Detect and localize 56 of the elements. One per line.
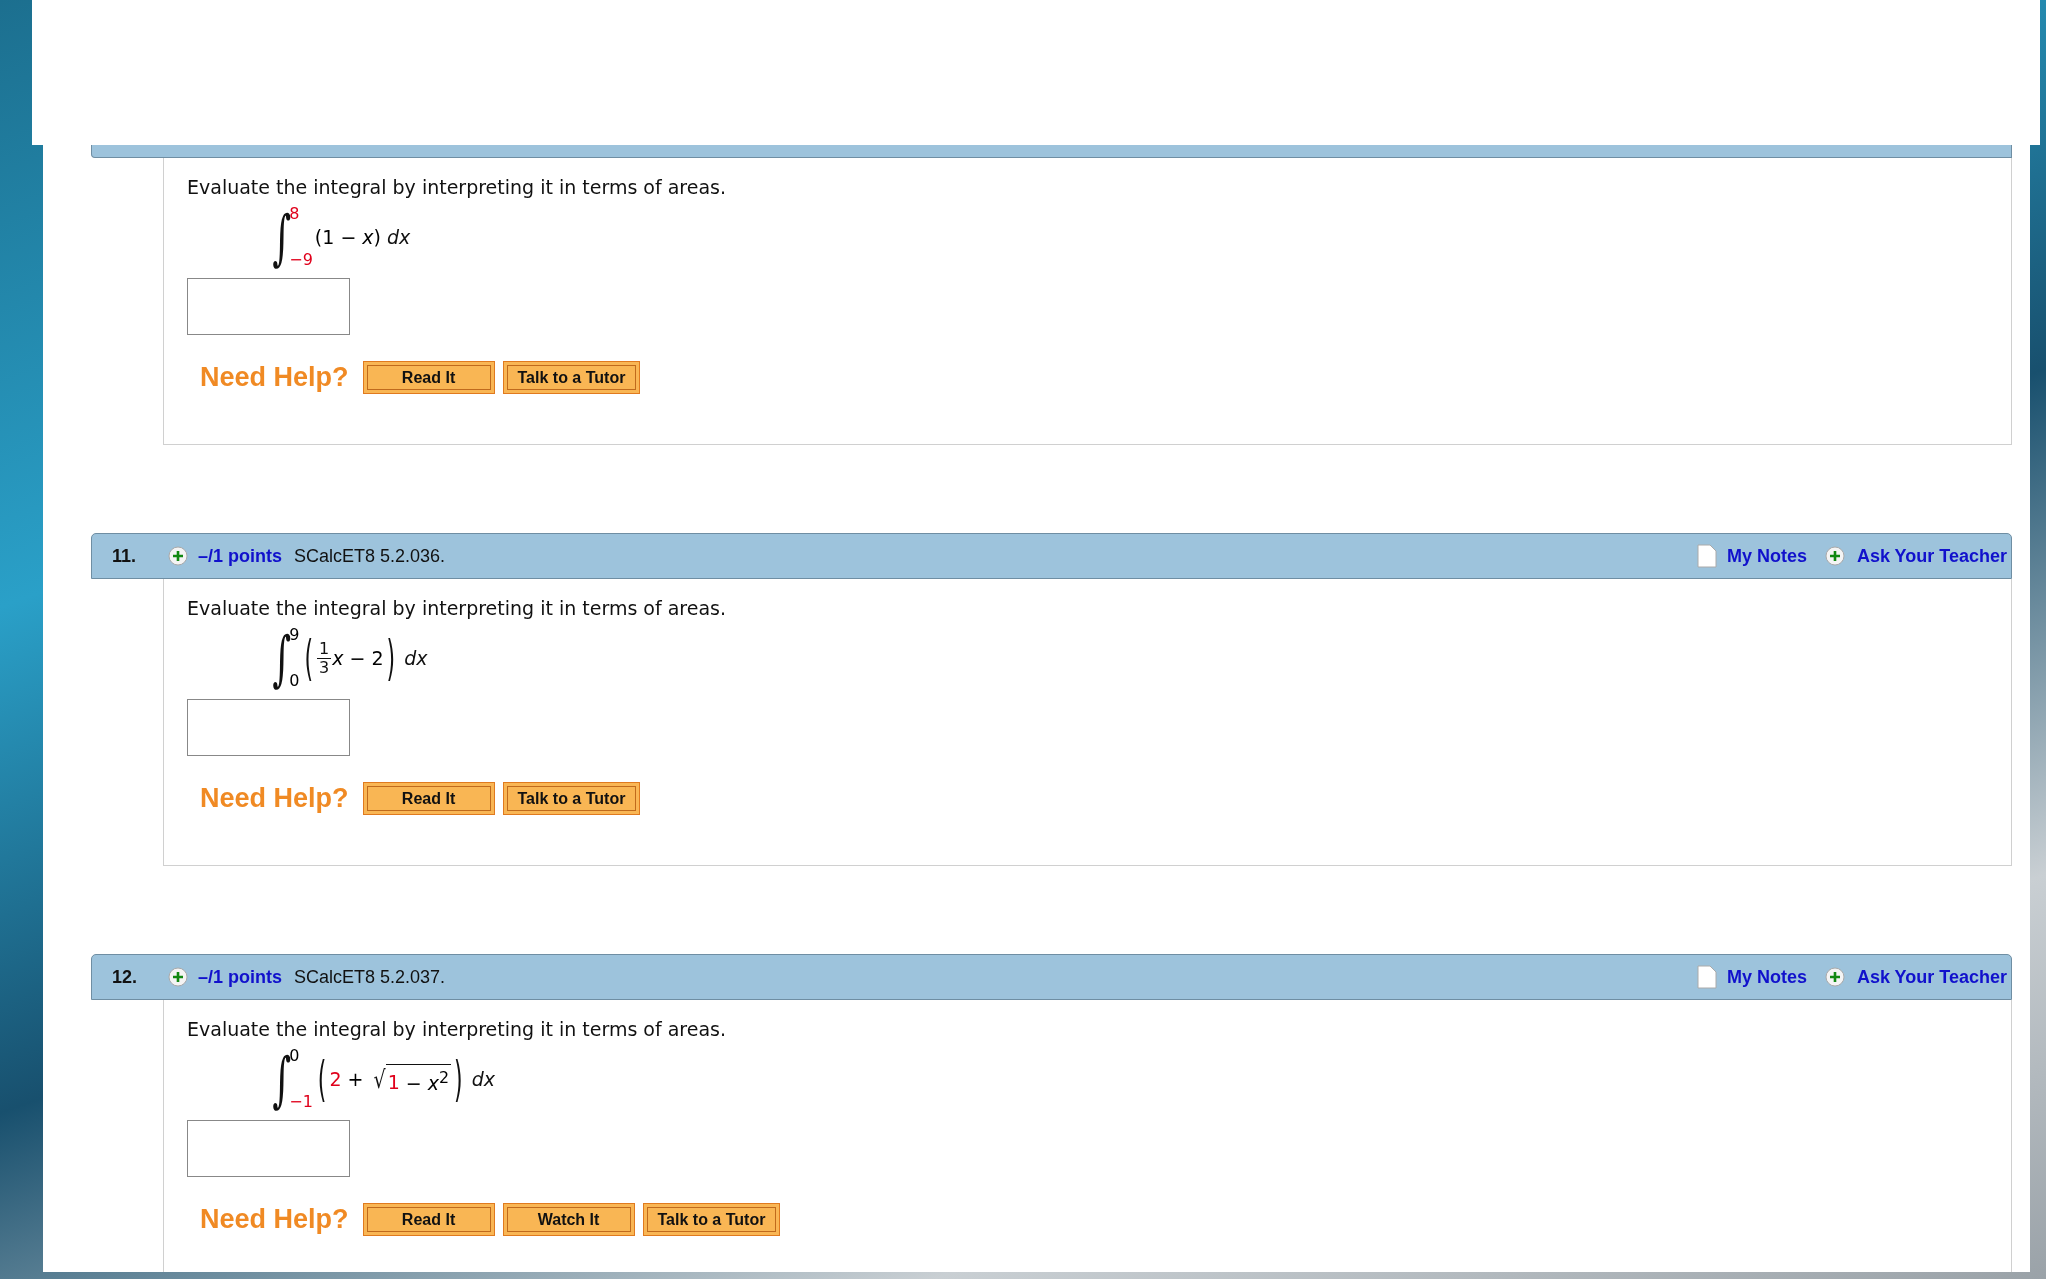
ask-teacher-link[interactable]: Ask Your Teacher bbox=[1856, 966, 2007, 988]
answer-field[interactable] bbox=[187, 1120, 350, 1177]
math-term: − x$^{2}$ bbox=[404, 1071, 450, 1094]
fraction: 1 3 bbox=[317, 639, 332, 677]
problem-code: SCalcET8 5.2.036. bbox=[294, 545, 446, 567]
document-icon bbox=[1696, 544, 1717, 568]
upper-limit: 8 bbox=[289, 206, 301, 222]
document-icon bbox=[1696, 965, 1717, 989]
math-term: (1 − x) bbox=[314, 226, 382, 248]
help-button[interactable]: Talk to a Tutor bbox=[502, 782, 641, 815]
plus-icon bbox=[168, 967, 188, 987]
math-term: 1 bbox=[387, 1071, 400, 1094]
parenthesis: ( bbox=[317, 1051, 327, 1107]
need-help-label: Need Help? bbox=[200, 1204, 349, 1235]
question-prompt: Evaluate the integral by interpreting it in terms of areas. bbox=[187, 176, 728, 198]
question-number: 11. bbox=[112, 545, 138, 567]
lower-limit: 0 bbox=[289, 673, 300, 689]
plus-icon bbox=[1824, 967, 1845, 987]
upper-limit: 0 bbox=[289, 1048, 301, 1064]
help-button[interactable]: Talk to a Tutor bbox=[642, 1203, 781, 1236]
upper-limit: 9 bbox=[289, 627, 300, 643]
math-term: dx bbox=[404, 647, 428, 669]
math-term: + bbox=[346, 1068, 365, 1090]
integral-sign: ∫ bbox=[272, 628, 291, 688]
parenthesis: ( bbox=[304, 630, 314, 686]
radical-sign: √ bbox=[373, 1064, 386, 1094]
my-notes-link[interactable]: My Notes bbox=[1726, 545, 1807, 567]
lower-limit: −9 bbox=[289, 252, 313, 268]
help-button[interactable]: Read It bbox=[362, 1203, 495, 1236]
math-term: dx bbox=[471, 1068, 495, 1090]
need-help-label: Need Help? bbox=[200, 783, 349, 814]
math-term: x − 2 bbox=[332, 647, 384, 669]
help-button[interactable]: Read It bbox=[362, 361, 495, 394]
parenthesis: ) bbox=[386, 630, 396, 686]
help-button[interactable]: Watch It bbox=[502, 1203, 635, 1236]
ask-teacher-link[interactable]: Ask Your Teacher bbox=[1856, 545, 2007, 567]
question-number: 12. bbox=[112, 966, 139, 988]
answer-field[interactable] bbox=[187, 699, 350, 756]
math-term: dx bbox=[387, 226, 411, 248]
integral-sign: ∫ bbox=[272, 1049, 291, 1109]
help-button[interactable]: Talk to a Tutor bbox=[502, 361, 641, 394]
problem-code: SCalcET8 5.2.037. bbox=[294, 966, 446, 988]
my-notes-link[interactable]: My Notes bbox=[1726, 966, 1807, 988]
help-button[interactable]: Read It bbox=[362, 782, 495, 815]
parenthesis: ) bbox=[454, 1051, 463, 1107]
question-prompt: Evaluate the integral by interpreting it in terms of areas. bbox=[187, 597, 728, 619]
points-link[interactable]: –/1 points bbox=[198, 966, 282, 988]
lower-limit: −1 bbox=[289, 1094, 313, 1110]
question-prompt: Evaluate the integral by interpreting it in terms of areas. bbox=[187, 1018, 728, 1040]
points-link[interactable]: –/1 points bbox=[198, 545, 282, 567]
need-help-label: Need Help? bbox=[200, 362, 349, 393]
plus-icon bbox=[1824, 546, 1845, 566]
plus-icon bbox=[168, 546, 188, 566]
integral-sign: ∫ bbox=[272, 207, 291, 267]
answer-field[interactable] bbox=[187, 278, 350, 335]
math-term: 2 bbox=[329, 1068, 342, 1090]
